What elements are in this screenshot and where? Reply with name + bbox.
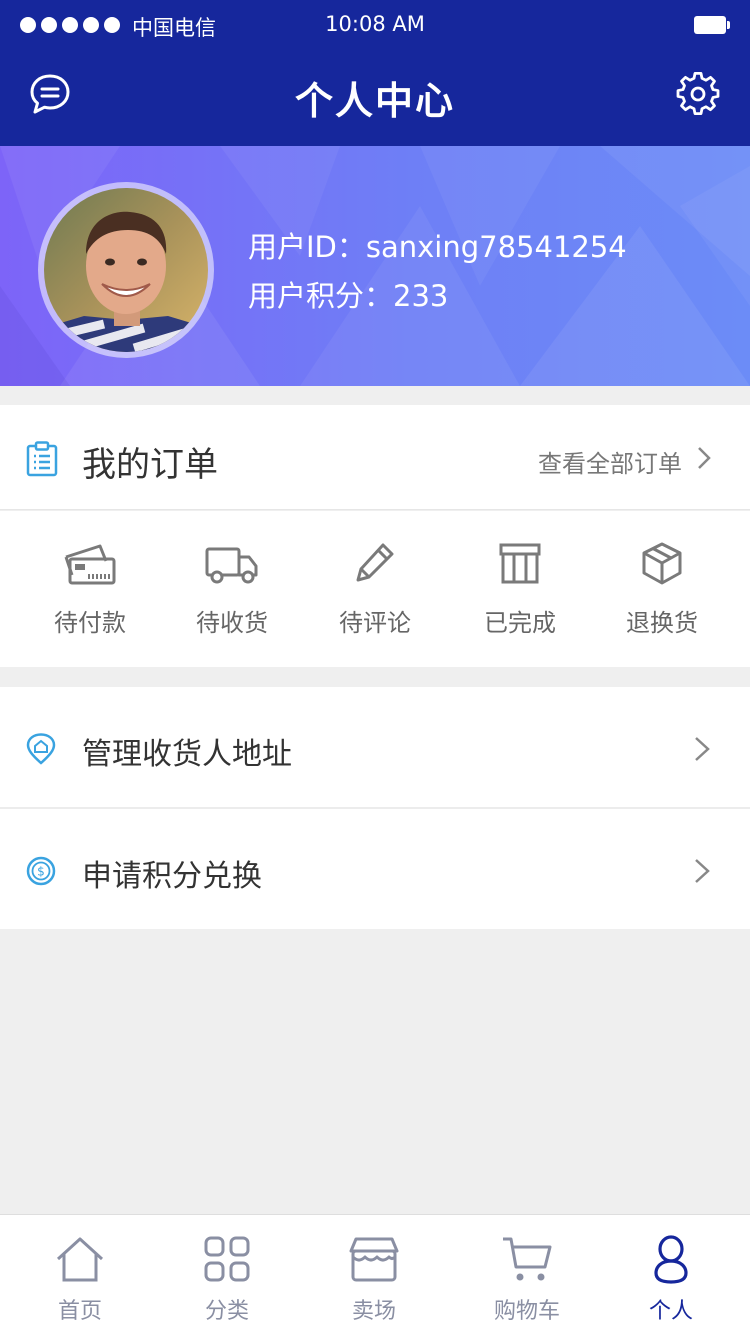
avatar[interactable] xyxy=(38,182,214,358)
clipboard-icon xyxy=(26,441,58,477)
home-icon xyxy=(54,1235,106,1285)
my-orders-row[interactable]: 我的订单 查看全部订单 xyxy=(0,405,750,510)
page-title: 个人中心 xyxy=(294,79,455,123)
tab-category[interactable]: 分类 xyxy=(152,1215,302,1334)
status-label: 待付款 xyxy=(54,609,126,637)
view-all-orders-link[interactable]: 查看全部订单 xyxy=(538,444,682,479)
user-id-text: 用户ID：sanxing78541254 xyxy=(248,230,627,264)
payment-card-icon xyxy=(62,541,118,587)
svg-text:$: $ xyxy=(37,865,45,879)
status-bar: 中国电信 10:08 AM xyxy=(0,0,750,50)
tab-profile[interactable]: 个人 xyxy=(596,1215,746,1334)
person-icon xyxy=(645,1235,697,1285)
location-home-icon xyxy=(26,733,56,765)
tab-label: 卖场 xyxy=(351,1299,396,1324)
chevron-right-icon xyxy=(692,735,712,763)
points-exchange-row[interactable]: $ 申请积分兑换 xyxy=(0,809,750,929)
avatar-photo xyxy=(44,188,208,352)
tab-label: 首页 xyxy=(57,1299,102,1324)
status-label: 退换货 xyxy=(626,609,698,637)
tab-store[interactable]: 卖场 xyxy=(299,1215,449,1334)
profile-banner: 用户ID：sanxing78541254 用户积分：233 xyxy=(0,146,750,386)
manage-address-row[interactable]: 管理收货人地址 xyxy=(0,687,750,807)
tab-label: 个人 xyxy=(648,1299,693,1324)
status-pending-receipt[interactable]: 待收货 xyxy=(157,511,307,667)
menu-label: 申请积分兑换 xyxy=(82,859,262,894)
tab-label: 分类 xyxy=(204,1299,249,1324)
bottom-tab-bar: 首页 分类 卖场 购物车 个人 xyxy=(0,1214,750,1334)
store-icon xyxy=(348,1235,400,1285)
gear-icon[interactable] xyxy=(676,72,720,116)
category-grid-icon xyxy=(201,1235,253,1285)
completed-box-icon xyxy=(492,541,548,587)
chevron-right-icon xyxy=(694,445,714,471)
tab-label: 购物车 xyxy=(493,1299,560,1324)
chevron-right-icon xyxy=(692,857,712,885)
return-package-icon xyxy=(634,541,690,587)
coin-icon: $ xyxy=(26,855,56,887)
status-label: 待评论 xyxy=(339,609,411,637)
navigation-bar: 个人中心 xyxy=(0,50,750,146)
order-status-bar: 待付款 待收货 待评论 已完成 退换货 xyxy=(0,511,750,667)
delivery-truck-icon xyxy=(204,541,260,587)
tab-cart[interactable]: 购物车 xyxy=(452,1215,602,1334)
status-pending-payment[interactable]: 待付款 xyxy=(15,511,165,667)
battery-icon xyxy=(694,16,730,34)
status-label: 待收货 xyxy=(196,609,268,637)
status-label: 已完成 xyxy=(484,609,556,637)
pencil-icon xyxy=(347,541,403,587)
status-pending-review[interactable]: 待评论 xyxy=(300,511,450,667)
menu-label: 管理收货人地址 xyxy=(82,737,292,772)
cart-icon xyxy=(501,1235,553,1285)
status-completed[interactable]: 已完成 xyxy=(445,511,595,667)
status-time: 10:08 AM xyxy=(325,12,425,36)
tab-home[interactable]: 首页 xyxy=(5,1215,155,1334)
status-returns[interactable]: 退换货 xyxy=(587,511,737,667)
my-orders-title: 我的订单 xyxy=(82,445,218,485)
user-points-text: 用户积分：233 xyxy=(248,279,449,313)
